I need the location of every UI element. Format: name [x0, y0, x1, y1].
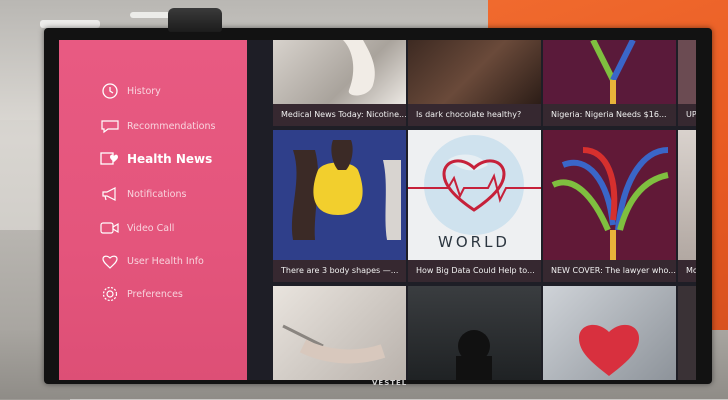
menu-item-video-call[interactable]: Video Call	[99, 219, 174, 237]
menu-item-history[interactable]: History	[99, 82, 161, 100]
webcam	[168, 8, 222, 32]
news-thumbnail	[543, 130, 676, 260]
settings-icon	[99, 285, 121, 303]
video-call-icon	[99, 219, 121, 237]
news-caption: UP	[678, 104, 696, 126]
news-card[interactable]	[678, 286, 696, 380]
side-menu: History Recommendations Health News Noti…	[59, 40, 247, 380]
menu-item-notifications[interactable]: Notifications	[99, 185, 186, 203]
news-thumbnail	[273, 130, 406, 260]
menu-label: Notifications	[127, 188, 187, 200]
news-thumbnail	[678, 40, 696, 104]
menu-label: Health News	[127, 152, 213, 166]
news-caption: Mo	[678, 260, 696, 282]
news-thumbnail	[408, 40, 541, 104]
news-caption: NEW COVER: The lawyer who...	[543, 260, 676, 282]
megaphone-icon	[99, 185, 121, 203]
news-thumbnail	[273, 40, 406, 104]
menu-label: History	[127, 85, 161, 97]
menu-item-recommendations[interactable]: Recommendations	[99, 117, 215, 135]
news-thumbnail: WORLD	[408, 130, 541, 260]
heart-pin-icon	[99, 252, 121, 270]
news-thumbnail	[282, 324, 386, 364]
news-thumbnail	[456, 330, 492, 380]
news-card[interactable]: Nigeria: Nigeria Needs $16...	[543, 40, 676, 126]
tv-screen: History Recommendations Health News Noti…	[59, 40, 696, 380]
menu-label: Preferences	[127, 288, 183, 300]
news-thumbnail	[543, 40, 676, 104]
news-card[interactable]	[408, 286, 541, 380]
menu-item-health-news[interactable]: Health News	[99, 150, 212, 168]
clock-icon	[99, 82, 121, 100]
news-caption: There are 3 body shapes —...	[273, 260, 406, 282]
menu-label: Recommendations	[127, 120, 216, 132]
menu-item-preferences[interactable]: Preferences	[99, 285, 183, 303]
heart-news-icon	[99, 150, 121, 168]
menu-item-user-health-info[interactable]: User Health Info	[99, 252, 204, 270]
news-caption: Medical News Today: Nicotine...	[273, 104, 406, 126]
news-card[interactable]: UP	[678, 40, 696, 126]
news-card[interactable]	[543, 286, 676, 380]
news-card[interactable]: Mo	[678, 130, 696, 282]
news-thumbnail	[678, 130, 696, 260]
news-caption: Is dark chocolate healthy?	[408, 104, 541, 126]
news-card[interactable]: NEW COVER: The lawyer who...	[543, 130, 676, 282]
news-caption: Nigeria: Nigeria Needs $16...	[543, 104, 676, 126]
news-thumbnail	[579, 324, 639, 376]
news-grid: Medical News Today: Nicotine... Is dark …	[273, 40, 696, 380]
news-card[interactable]: Medical News Today: Nicotine...	[273, 40, 406, 126]
news-caption: How Big Data Could Help to...	[408, 260, 541, 282]
news-card[interactable]: WORLD How Big Data Could Help to...	[408, 130, 541, 282]
tv-brand-logo: VESTEL	[372, 379, 408, 387]
chat-bubble-icon	[99, 117, 121, 135]
ceiling-light	[40, 20, 100, 28]
menu-label: Video Call	[127, 222, 175, 234]
news-card[interactable]: There are 3 body shapes —...	[273, 130, 406, 282]
menu-label: User Health Info	[127, 255, 204, 267]
news-card[interactable]	[273, 286, 406, 380]
news-card[interactable]: Is dark chocolate healthy?	[408, 40, 541, 126]
world-graphic-text: WORLD	[438, 233, 510, 251]
